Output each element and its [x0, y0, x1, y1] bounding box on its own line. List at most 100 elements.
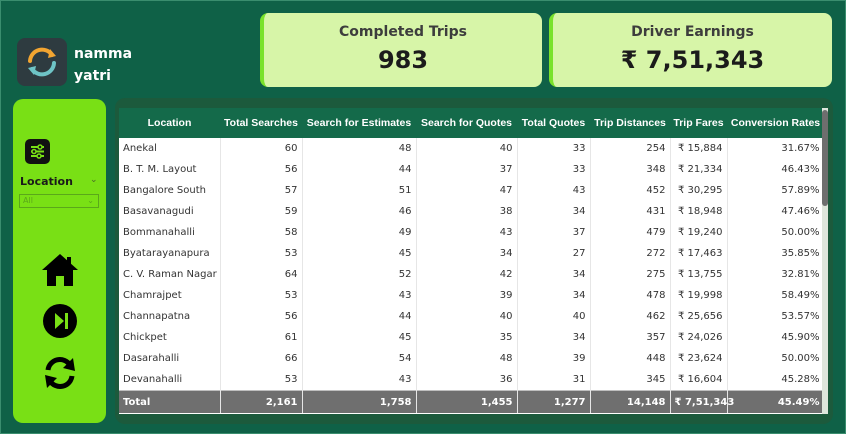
location-cell: Anekal — [119, 138, 221, 159]
value-cell: 44 — [302, 159, 417, 180]
value-cell: 45.28% — [727, 369, 824, 391]
total-value-cell: ₹ 7,51,343 — [670, 390, 734, 413]
table-row[interactable]: Chamrajpet 53 43 39 34 478 ₹ 19,998 58.49% — [119, 285, 824, 306]
sidebar: Location ⌄ All ⌄ — [13, 99, 106, 423]
table-row[interactable]: Anekal 60 48 40 33 254 ₹ 15,884 31.67% — [119, 138, 824, 159]
value-cell: 40 — [416, 138, 518, 159]
column-header[interactable]: Trip Distances — [590, 108, 670, 138]
column-header[interactable]: Location — [119, 108, 220, 138]
kpi-driver-earnings: Driver Earnings ₹ 7,51,343 — [549, 13, 832, 87]
table-row[interactable]: Chickpet 61 45 35 34 357 ₹ 24,026 45.90% — [119, 327, 824, 348]
value-cell: 58 — [220, 222, 303, 243]
refresh-icon[interactable] — [42, 355, 78, 395]
value-cell: ₹ 21,334 — [670, 159, 728, 180]
value-cell: 452 — [590, 180, 671, 201]
value-cell: 44 — [302, 306, 417, 327]
value-cell: 39 — [517, 348, 591, 369]
value-cell: 52 — [302, 264, 417, 285]
location-cell: Byatarayanapura — [119, 243, 221, 264]
value-cell: 47 — [416, 180, 518, 201]
value-cell: 34 — [517, 327, 591, 348]
table-row[interactable]: C. V. Raman Nagar 64 52 42 34 275 ₹ 13,755 32.8… — [119, 264, 824, 285]
value-cell: ₹ 17,463 — [670, 243, 728, 264]
value-cell: 43 — [416, 222, 518, 243]
value-cell: 34 — [517, 264, 591, 285]
total-value-cell: 2,161 — [220, 390, 303, 413]
value-cell: 48 — [302, 138, 417, 159]
scrollbar-thumb[interactable] — [822, 110, 828, 206]
value-cell: 275 — [590, 264, 671, 285]
value-cell: ₹ 16,604 — [670, 369, 728, 391]
total-value-cell: 14,148 — [590, 390, 671, 413]
value-cell: ₹ 19,240 — [670, 222, 728, 243]
location-cell: Basavanagudi — [119, 201, 221, 222]
table-row[interactable]: Bommanahalli 58 49 43 37 479 ₹ 19,240 50.00% — [119, 222, 824, 243]
location-filter-select[interactable]: All ⌄ — [19, 194, 99, 208]
total-value-cell: 1,277 — [517, 390, 591, 413]
value-cell: 448 — [590, 348, 671, 369]
value-cell: 53 — [220, 243, 303, 264]
value-cell: 42 — [416, 264, 518, 285]
location-filter-value: All — [23, 196, 33, 205]
location-cell: Channapatna — [119, 306, 221, 327]
value-cell: 57 — [220, 180, 303, 201]
value-cell: 33 — [517, 138, 591, 159]
value-cell: 43 — [302, 369, 417, 391]
table-row[interactable]: Channapatna 56 44 40 40 462 ₹ 25,656 53.57% — [119, 306, 824, 327]
location-cell: Bommanahalli — [119, 222, 221, 243]
home-icon[interactable] — [41, 252, 79, 292]
column-header[interactable]: Search for Quotes — [416, 108, 517, 138]
value-cell: ₹ 23,624 — [670, 348, 728, 369]
table-body: Anekal 60 48 40 33 254 ₹ 15,884 31.67% B. T. M. … — [119, 138, 824, 413]
value-cell: 50.00% — [727, 348, 824, 369]
value-cell: 45 — [302, 243, 417, 264]
value-cell: ₹ 13,755 — [670, 264, 728, 285]
value-cell: 37 — [416, 159, 518, 180]
kpi-value: 983 — [377, 46, 429, 74]
location-cell: Dasarahalli — [119, 348, 221, 369]
kpi-title: Driver Earnings — [631, 24, 754, 40]
location-cell: B. T. M. Layout — [119, 159, 221, 180]
value-cell: 53 — [220, 369, 303, 391]
value-cell: 39 — [416, 285, 518, 306]
column-header[interactable]: Trip Fares — [670, 108, 727, 138]
chevron-down-icon: ⌄ — [87, 196, 94, 205]
table-row[interactable]: Byatarayanapura 53 45 34 27 272 ₹ 17,463 35.85% — [119, 243, 824, 264]
table-row[interactable]: B. T. M. Layout 56 44 37 33 348 ₹ 21,334 46.43% — [119, 159, 824, 180]
column-header[interactable]: Search for Estimates — [302, 108, 416, 138]
value-cell: 272 — [590, 243, 671, 264]
value-cell: 58.49% — [727, 285, 824, 306]
value-cell: 431 — [590, 201, 671, 222]
skip-forward-icon[interactable] — [42, 303, 78, 343]
value-cell: 51 — [302, 180, 417, 201]
table-panel: Location Total Searches Search for Estim… — [115, 98, 833, 424]
total-value-cell: 1,455 — [416, 390, 518, 413]
value-cell: 462 — [590, 306, 671, 327]
total-row: Total 2,161 1,758 1,455 1,277 14,148 ₹ 7,51,34… — [119, 390, 824, 413]
value-cell: 43 — [302, 285, 417, 306]
value-cell: 64 — [220, 264, 303, 285]
location-table: Location Total Searches Search for Estim… — [119, 108, 824, 414]
location-cell: C. V. Raman Nagar — [119, 264, 221, 285]
table-row[interactable]: Devanahalli 53 43 36 31 345 ₹ 16,604 45.28% — [119, 369, 824, 391]
column-header[interactable]: Total Searches — [220, 108, 302, 138]
brand-line-1: namma — [74, 46, 133, 62]
total-value-cell: 1,758 — [302, 390, 417, 413]
table-row[interactable]: Bangalore South 57 51 47 43 452 ₹ 30,295 57.89% — [119, 180, 824, 201]
value-cell: 66 — [220, 348, 303, 369]
value-cell: ₹ 18,948 — [670, 201, 728, 222]
location-cell: Devanahalli — [119, 369, 221, 391]
value-cell: 54 — [302, 348, 417, 369]
table-row[interactable]: Basavanagudi 59 46 38 34 431 ₹ 18,948 47.46% — [119, 201, 824, 222]
value-cell: 478 — [590, 285, 671, 306]
value-cell: ₹ 24,026 — [670, 327, 728, 348]
table-row[interactable]: Dasarahalli 66 54 48 39 448 ₹ 23,624 50.00% — [119, 348, 824, 369]
value-cell: 34 — [517, 285, 591, 306]
value-cell: 43 — [517, 180, 591, 201]
column-header[interactable]: Total Quotes — [517, 108, 590, 138]
kpi-value: ₹ 7,51,343 — [620, 46, 765, 74]
column-header[interactable]: Conversion Rates — [727, 108, 824, 138]
total-label: Total — [119, 390, 221, 413]
chevron-down-icon[interactable]: ⌄ — [90, 175, 98, 185]
filter-sliders-icon[interactable] — [25, 139, 50, 164]
